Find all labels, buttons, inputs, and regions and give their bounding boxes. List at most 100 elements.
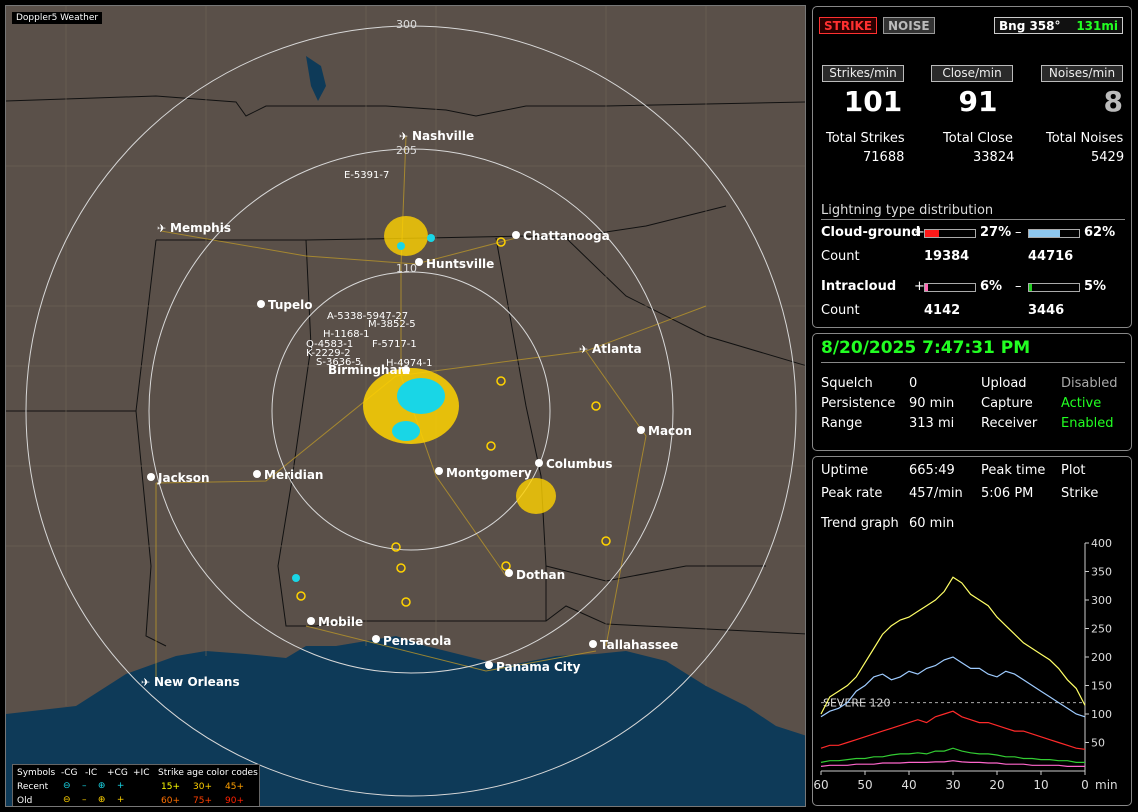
city-label: Montgomery [446, 466, 532, 480]
capture-label: Capture [981, 396, 1033, 411]
legend-age-title: Strike age color codes [158, 768, 258, 778]
legend-ic-plus: +IC [133, 768, 150, 778]
trend-series-2 [820, 710, 1086, 750]
county-lines [6, 6, 805, 706]
peak-rate-label: Peak rate [821, 486, 883, 501]
city-label: Atlanta [592, 342, 642, 356]
y-tick-label: 50 [1091, 737, 1105, 750]
cg-minus-count: 44716 [1028, 249, 1074, 264]
legend-old: Old [17, 796, 33, 806]
cg-minus-pct: 62% [1084, 225, 1116, 240]
storm-label: M-3852-5 [368, 319, 416, 330]
y-tick-label: 250 [1091, 623, 1112, 636]
trend-graph: 5010015020025030035040060 50 40 30 20 10 0 minS… [813, 537, 1118, 792]
x-tick-label: 30 [945, 778, 960, 792]
squelch-value: 0 [909, 376, 918, 391]
trend-value: 60 min [909, 516, 955, 531]
legend-age: 90+ [225, 796, 244, 806]
bearing-range: 131mi [1076, 19, 1118, 33]
ring-label-110: 110 [396, 262, 417, 275]
status-divider [821, 362, 1125, 363]
cg-count-label: Count [821, 249, 860, 264]
noise-rate-value: 8 [1103, 85, 1123, 118]
close-rate-header: Close/min [931, 65, 1013, 82]
x-tick-label: 10 [1033, 778, 1048, 792]
city-label: Tallahassee [600, 638, 678, 652]
distribution-divider [821, 219, 1125, 220]
peak-time-label: Peak time [981, 463, 1046, 478]
total-noises-value: 5429 [1091, 150, 1125, 165]
legend-ic-minus: -IC [85, 768, 98, 778]
strike-map[interactable]: 300 205 110 E-5391-7 A-5338-5947-27 M-38… [5, 5, 806, 807]
ic-label: Intracloud [821, 279, 897, 294]
city-label: Huntsville [426, 257, 494, 271]
legend-recent: Recent [17, 782, 49, 792]
x-tick-label: 50 [857, 778, 872, 792]
counts-panel: STRIKE NOISE Bng 358° 131mi Strikes/min … [812, 6, 1132, 328]
x-tick-label: 0 [1081, 778, 1089, 792]
cg-minus-bar [1028, 229, 1080, 238]
y-tick-label: 350 [1091, 566, 1112, 579]
legend-age: 45+ [225, 782, 244, 792]
legend-old-symbols: ⊖ – ⊕ + [63, 795, 125, 805]
distribution-title: Lightning type distribution [821, 203, 994, 218]
severe-threshold-label: SEVERE 120 [823, 697, 891, 710]
noise-mode-button[interactable]: NOISE [883, 17, 935, 34]
cg-plus-bar [924, 229, 976, 238]
plot-label: Plot [1061, 463, 1086, 478]
cg-plus-pct: 27% [980, 225, 1012, 240]
x-tick-label: 40 [901, 778, 916, 792]
city-label: Memphis [170, 221, 231, 235]
storm-label: E-5391-7 [344, 170, 389, 181]
cg-label: Cloud-ground [821, 225, 921, 240]
x-tick-label: 60 [813, 778, 828, 792]
datetime: 8/20/2025 7:47:31 PM [821, 338, 1031, 358]
trend-series-4 [820, 760, 1085, 767]
storm-label: F-5717-1 [372, 339, 417, 350]
x-axis-label: min [1095, 778, 1118, 792]
ic-minus-sign: – [1015, 279, 1022, 294]
total-close-value: 33824 [973, 150, 1015, 165]
squelch-label: Squelch [821, 376, 873, 391]
svg-text:✈: ✈ [157, 222, 166, 235]
city-label: Tupelo [268, 298, 313, 312]
city-label: Jackson [157, 471, 210, 485]
svg-text:✈: ✈ [399, 130, 408, 143]
total-strikes-label: Total Strikes [826, 131, 905, 146]
city-label: Nashville [412, 129, 474, 143]
range-value: 313 mi [909, 416, 955, 431]
strike-clusters [292, 216, 611, 607]
receiver-label: Receiver [981, 416, 1038, 431]
legend-recent-symbols: ⊖ – ⊕ + [63, 781, 125, 791]
legend-symbols-label: Symbols [17, 768, 56, 778]
legend-cg-minus: -CG [61, 768, 78, 778]
strikes-rate-value: 101 [843, 85, 903, 118]
persistence-value: 90 min [909, 396, 955, 411]
capture-value: Active [1061, 396, 1102, 411]
ic-minus-bar [1028, 283, 1080, 292]
svg-text:✈: ✈ [141, 676, 150, 689]
noise-rate-header: Noises/min [1041, 65, 1123, 82]
bearing-box: Bng 358° 131mi [994, 17, 1123, 34]
peak-rate-value: 457/min [909, 486, 963, 501]
city-label: Columbus [546, 457, 613, 471]
strikes-rate-header: Strikes/min [822, 65, 904, 82]
city-label: Dothan [516, 568, 565, 582]
city-label: Chattanooga [523, 229, 610, 243]
ic-minus-pct: 5% [1084, 279, 1107, 294]
city-label: Macon [648, 424, 692, 438]
strike-mode-button[interactable]: STRIKE [819, 17, 878, 34]
cg-plus-count: 19384 [924, 249, 970, 264]
lake [306, 56, 326, 101]
status-panel: 8/20/2025 7:47:31 PM Squelch 0 Persisten… [812, 333, 1132, 451]
city-label: Meridian [264, 468, 323, 482]
cg-minus-sign: – [1015, 225, 1022, 240]
legend-age: 60+ [161, 796, 180, 806]
city-label: New Orleans [154, 675, 240, 689]
ic-plus-pct: 6% [980, 279, 1003, 294]
total-noises-label: Total Noises [1046, 131, 1124, 146]
ic-count-label: Count [821, 303, 860, 318]
bearing-label: Bng 358° [999, 19, 1061, 33]
city-label: Birmingham [328, 363, 410, 377]
trend-label: Trend graph [821, 516, 899, 531]
